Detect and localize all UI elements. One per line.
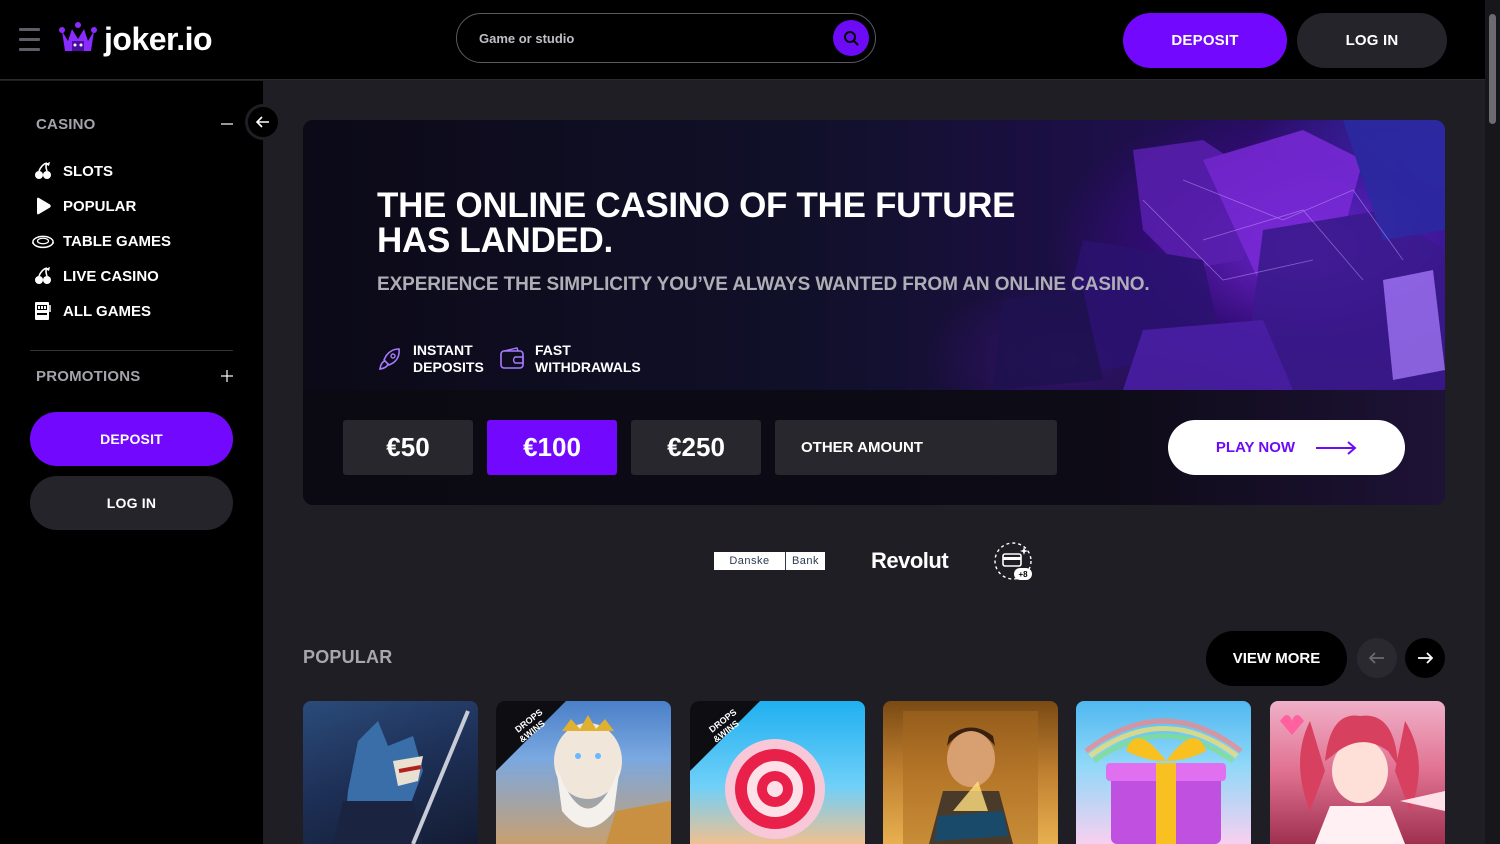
sidebar-item-label: LIVE CASINO <box>63 267 159 285</box>
sidebar-item-live-casino[interactable]: LIVE CASINO <box>32 262 232 290</box>
carousel-next-button[interactable] <box>1405 638 1445 678</box>
danske-bank-logo: Danske Bank <box>714 552 825 570</box>
search-bar <box>456 13 876 63</box>
sidebar-item-label: SLOTS <box>63 162 114 180</box>
amount-100-button[interactable]: €100 <box>487 420 617 475</box>
werewolf-game-art <box>333 710 470 844</box>
page-scrollbar[interactable] <box>1485 0 1500 844</box>
revolut-logo: Revolut <box>871 548 949 573</box>
anime-girl-game-art <box>1280 715 1445 844</box>
danske-logo-part: Danske <box>714 552 786 570</box>
sidebar-item-popular[interactable]: POPULAR <box>32 192 232 220</box>
sidebar-divider <box>30 350 233 351</box>
sidebar-item-label: POPULAR <box>63 197 137 215</box>
popular-section-title: POPULAR <box>303 647 393 667</box>
search-button[interactable] <box>833 20 869 56</box>
other-amount-input[interactable]: OTHER AMOUNT <box>775 420 1057 475</box>
game-tile[interactable] <box>1076 701 1251 844</box>
feature-instant-deposits: INSTANT DEPOSITS <box>377 342 484 376</box>
more-count-text: +8 <box>1018 570 1028 579</box>
rocket-icon <box>379 348 400 370</box>
gift-box-game-art <box>1084 718 1243 844</box>
play-now-button[interactable]: PLAY NOW <box>1168 420 1405 475</box>
header-deposit-button[interactable]: DEPOSIT <box>1123 13 1287 68</box>
lollipop-game-art: DROPS &WINS <box>690 701 825 839</box>
search-input[interactable] <box>479 14 829 62</box>
sidebar-item-table-games[interactable]: TABLE GAMES <box>32 227 232 255</box>
sidebar-deposit-button[interactable]: DEPOSIT <box>30 412 233 466</box>
amount-250-button[interactable]: €250 <box>631 420 761 475</box>
zeus-game-art: DROPS &WINS <box>496 701 671 844</box>
feature-line2: WITHDRAWALS <box>535 359 641 375</box>
hero-banner: THE ONLINE CASINO OF THE FUTURE HAS LAND… <box>303 120 1445 505</box>
game-tile[interactable] <box>883 701 1058 844</box>
game-tile[interactable]: DROPS &WINS <box>496 701 671 844</box>
game-tile[interactable] <box>303 701 478 844</box>
scrollbar-thumb[interactable] <box>1489 14 1496 124</box>
sidebar-login-button[interactable]: LOG IN <box>30 476 233 530</box>
feature-line2: DEPOSITS <box>413 359 484 375</box>
expand-plus-icon[interactable] <box>220 369 234 383</box>
play-now-label: PLAY NOW <box>1215 439 1296 456</box>
sidebar: CASINO SLOTS POPULAR TABLE GAMES LIVE CA… <box>0 81 263 844</box>
feature-line1: INSTANT <box>413 342 473 358</box>
cherries-icon <box>32 160 54 182</box>
search-icon <box>844 31 859 46</box>
sidebar-item-label: ALL GAMES <box>63 302 152 320</box>
feature-fast-withdrawals: FAST WITHDRAWALS <box>499 342 641 376</box>
menu-icon[interactable] <box>19 28 40 52</box>
logo[interactable]: joker.io <box>58 16 213 62</box>
sidebar-item-all-games[interactable]: ALL GAMES <box>32 297 232 325</box>
carousel-prev-button[interactable] <box>1357 638 1397 678</box>
roulette-icon <box>32 230 54 252</box>
arrow-right-icon <box>1418 652 1433 664</box>
game-tile[interactable] <box>1270 701 1445 844</box>
book-explorer-game-art <box>903 711 1038 844</box>
cherries-icon <box>32 265 54 287</box>
slot-machine-icon <box>32 300 54 322</box>
view-more-button[interactable]: VIEW MORE <box>1206 631 1347 686</box>
joker-crown-icon <box>59 22 97 51</box>
bank-logo-part: Bank <box>791 555 820 567</box>
payment-providers: Danske Bank Revolut +8 <box>714 541 1044 583</box>
sidebar-collapse-button[interactable] <box>245 104 281 140</box>
collapse-minus-icon[interactable] <box>220 117 234 131</box>
promotions-heading[interactable]: PROMOTIONS <box>36 368 141 385</box>
sidebar-item-label: TABLE GAMES <box>63 232 172 250</box>
amount-50-button[interactable]: €50 <box>343 420 473 475</box>
top-header: joker.io DEPOSIT LOG IN <box>0 0 1485 80</box>
game-tile[interactable]: DROPS &WINS <box>690 701 865 844</box>
hero-subtitle: EXPERIENCE THE SIMPLICITY YOU’VE ALWAYS … <box>377 274 1150 295</box>
play-icon <box>32 195 54 217</box>
wallet-icon <box>500 347 524 369</box>
sidebar-item-slots[interactable]: SLOTS <box>32 157 232 185</box>
feature-line1: FAST <box>535 342 571 358</box>
more-payment-methods-icon[interactable]: +8 <box>993 541 1035 583</box>
casino-heading[interactable]: CASINO <box>36 116 96 133</box>
arrow-right-icon <box>1316 440 1357 455</box>
arrow-left-icon <box>1369 652 1384 664</box>
header-login-button[interactable]: LOG IN <box>1297 13 1447 68</box>
arrow-left-icon <box>256 116 269 128</box>
logo-text: joker.io <box>104 20 213 57</box>
hero-title: THE ONLINE CASINO OF THE FUTURE HAS LAND… <box>377 186 1016 260</box>
